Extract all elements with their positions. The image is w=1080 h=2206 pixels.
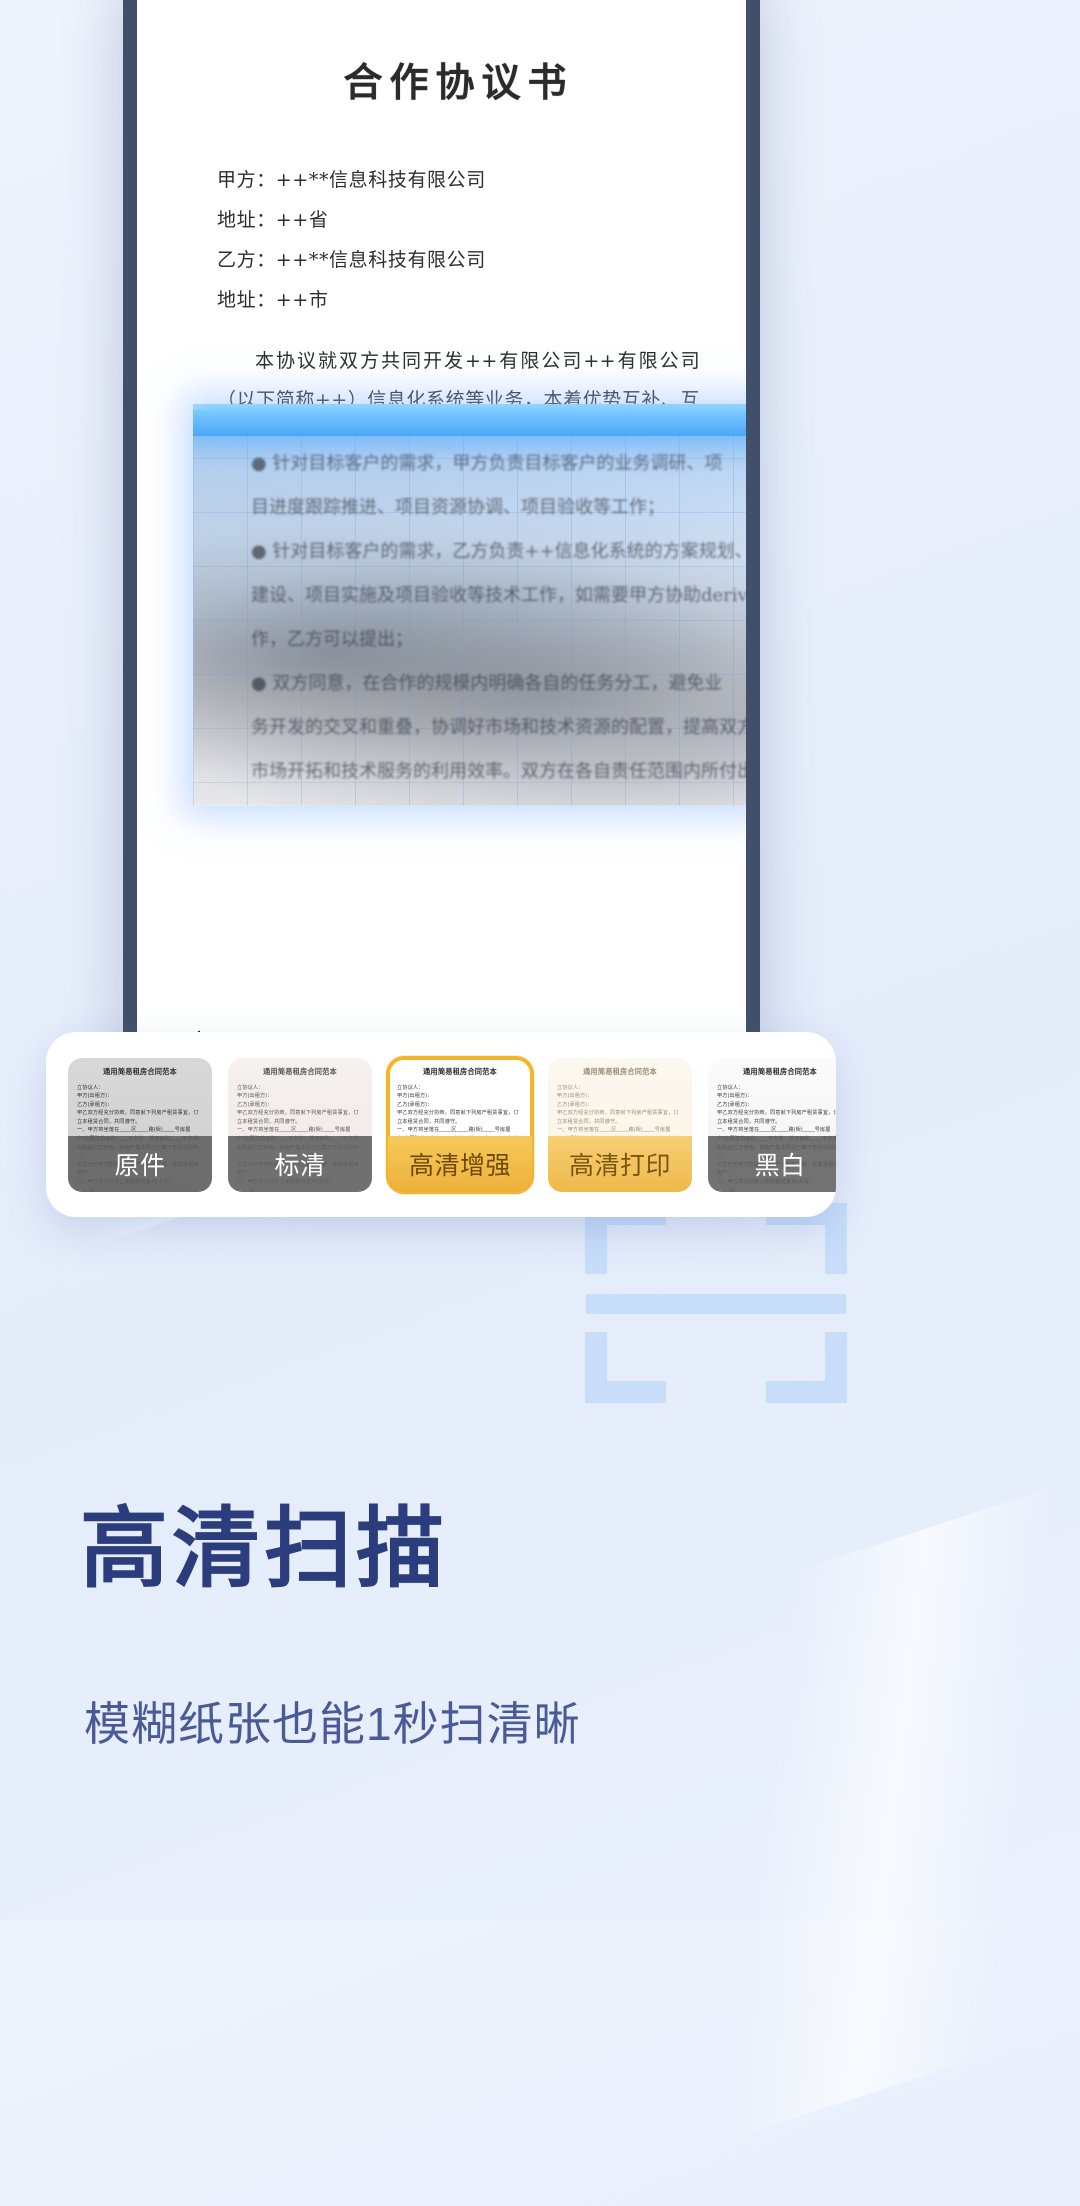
filter-label: 黑白: [708, 1135, 836, 1192]
document-field: 地址：++省: [217, 209, 329, 231]
thumbnail-heading: 通用简易租房合同范本: [583, 1066, 657, 1076]
scan-line: 目进度跟踪推进、项目资源协调、项目验收等工作；: [251, 497, 665, 518]
scan-line: 市场开拓和技术服务的利用效率。双方在各自责任范围内所付出: [251, 761, 746, 782]
scan-preview-overlay: ● 针对目标客户的需求，甲方负责目标客户的业务调研、项 目进度跟踪推进、项目资源…: [193, 404, 746, 806]
document-field: 乙方：++**信息科技有限公司: [217, 249, 486, 271]
filter-option-standard[interactable]: 通用简易租房合同范本 立协议人： 甲方(出租方)： 乙方(承租方)： 甲乙双方经…: [228, 1057, 372, 1192]
promo-headline: 高清扫描: [80, 1499, 449, 1598]
filter-label: 原件: [68, 1135, 212, 1192]
filter-label: 高清增强: [388, 1135, 532, 1192]
thumbnail-heading: 通用简易租房合同范本: [423, 1066, 497, 1076]
thumbnail-heading: 通用简易租房合同范本: [103, 1066, 177, 1076]
scan-line: 务开发的交叉和重叠，协调好市场和技术资源的配置，提高双方: [251, 717, 746, 738]
scan-line: ● 针对目标客户的需求，乙方负责++信息化系统的方案规划、: [251, 541, 746, 562]
scan-progress-bar: [193, 410, 746, 436]
filter-carousel[interactable]: 通用简易租房合同范本 立协议人： 甲方(出租方)： 乙方(承租方)： 甲乙双方经…: [46, 1032, 836, 1217]
scan-line: 作，乙方可以提出；: [251, 629, 413, 650]
scan-line: 建设、项目实施及项目验收等技术工作，如需要甲方协助derive工: [251, 585, 746, 606]
document-title: 合作协议书: [343, 60, 574, 106]
scan-blurred-text: ● 针对目标客户的需求，甲方负责目标客户的业务调研、项 目进度跟踪推进、项目资源…: [251, 442, 746, 794]
document-field: 甲方：++**信息科技有限公司: [217, 169, 486, 191]
phone-screen: 合作协议书 甲方：++**信息科技有限公司 地址：++省 乙方：++**信息科技…: [137, 0, 746, 1136]
promo-subheadline: 模糊纸张也能1秒扫清晰: [84, 1698, 581, 1750]
thumbnail-heading: 通用简易租房合同范本: [263, 1066, 337, 1076]
scan-line: ● 针对目标客户的需求，甲方负责目标客户的业务调研、项: [251, 453, 723, 474]
filter-option-print[interactable]: 通用简易租房合同范本 立协议人： 甲方(出租方)： 乙方(承租方)： 甲乙双方经…: [548, 1057, 692, 1192]
filter-option-enhance[interactable]: 通用简易租房合同范本 立协议人： 甲方(出租方)： 乙方(承租方)： 甲乙双方经…: [386, 1055, 534, 1194]
filter-label: 高清打印: [548, 1135, 692, 1192]
filter-label: 标清: [228, 1135, 372, 1192]
document-field: 地址：++市: [217, 289, 329, 311]
phone-mockup: 合作协议书 甲方：++**信息科技有限公司 地址：++省 乙方：++**信息科技…: [123, 0, 760, 1150]
background-sheen-bottom: [361, 1433, 1080, 2206]
filter-option-original[interactable]: 通用简易租房合同范本 立协议人： 甲方(出租方)： 乙方(承租方)： 甲乙双方经…: [68, 1057, 212, 1192]
filter-option-bw[interactable]: 通用简易租房合同范本 立协议人： 甲方(出租方)： 乙方(承租方)： 甲乙双方经…: [708, 1057, 836, 1192]
scan-line: ● 双方同意，在合作的规模内明确各自的任务分工，避免业: [251, 673, 723, 694]
thumbnail-heading: 通用简易租房合同范本: [743, 1066, 817, 1076]
